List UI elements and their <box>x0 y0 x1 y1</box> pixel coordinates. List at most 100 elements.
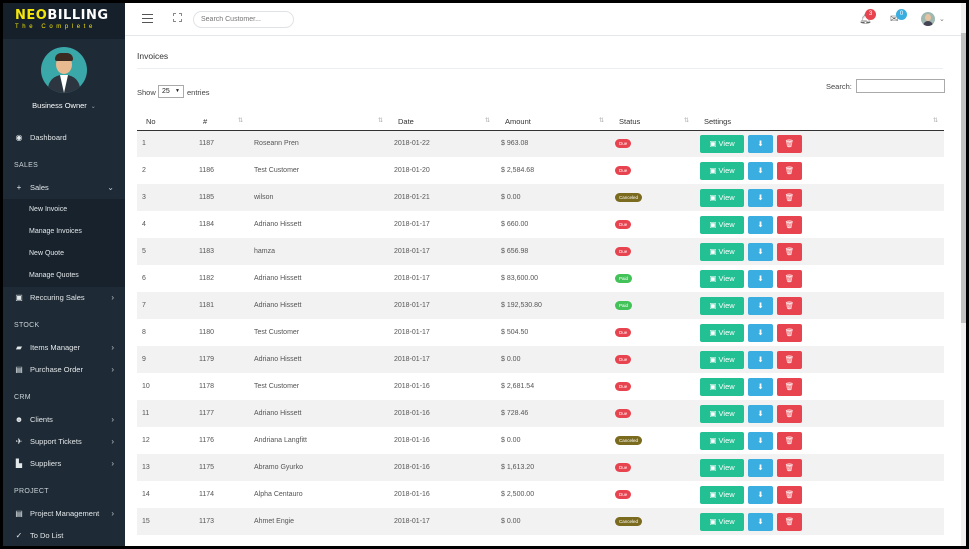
fullscreen-icon[interactable] <box>173 13 182 22</box>
trash-icon: 🗑︎ <box>784 138 795 148</box>
delete-button[interactable]: 🗑︎ <box>777 512 802 531</box>
chevron-down-icon[interactable]: ⌄ <box>939 15 945 23</box>
view-button[interactable]: ▣ View <box>700 242 744 261</box>
profile-avatar[interactable] <box>41 47 87 93</box>
delete-button[interactable]: 🗑︎ <box>777 458 802 477</box>
cell-amount: $ 728.46 <box>501 410 529 417</box>
file-icon: ▣ <box>709 354 717 364</box>
page-length-select[interactable]: 25 ▼ <box>158 85 184 98</box>
delete-button[interactable]: 🗑︎ <box>777 242 802 261</box>
delete-button[interactable]: 🗑︎ <box>777 269 802 288</box>
cell-customer: Adriano Hissett <box>254 410 302 417</box>
download-button[interactable]: ⬇ <box>748 485 773 504</box>
download-button[interactable]: ⬇ <box>748 458 773 477</box>
delete-button[interactable]: 🗑︎ <box>777 323 802 342</box>
delete-button[interactable]: 🗑︎ <box>777 431 802 450</box>
view-button[interactable]: ▣ View <box>700 377 744 396</box>
view-button[interactable]: ▣ View <box>700 485 744 504</box>
download-button[interactable]: ⬇ <box>748 188 773 207</box>
view-button[interactable]: ▣ View <box>700 215 744 234</box>
sidebar-item-new-invoice[interactable]: New Invoice <box>3 199 125 221</box>
view-button[interactable]: ▣ View <box>700 431 744 450</box>
delete-button[interactable]: 🗑︎ <box>777 350 802 369</box>
cell-amount: $ 0.00 <box>501 518 521 525</box>
page-scrollbar[interactable] <box>961 3 966 546</box>
download-button[interactable]: ⬇ <box>748 134 773 153</box>
cell-date: 2018-01-17 <box>394 302 430 309</box>
sidebar-item-manage-quotes[interactable]: Manage Quotes <box>3 265 125 287</box>
sidebar-item-clients[interactable]: ☻ Clients › <box>3 409 125 431</box>
download-button[interactable]: ⬇ <box>748 296 773 315</box>
view-button[interactable]: ▣ View <box>700 161 744 180</box>
delete-button[interactable]: 🗑︎ <box>777 485 802 504</box>
view-label: View <box>718 354 735 364</box>
download-button[interactable]: ⬇ <box>748 242 773 261</box>
status-badge: Canceled <box>615 436 643 445</box>
logo[interactable]: NEOBILLING The Complete <box>3 3 125 39</box>
col-header-settings[interactable]: Settings ⇅ <box>695 113 944 131</box>
download-button[interactable]: ⬇ <box>748 431 773 450</box>
user-avatar[interactable] <box>921 12 935 26</box>
sidebar-item-support-tickets[interactable]: ✈ Support Tickets › <box>3 431 125 453</box>
sidebar-item-sales[interactable]: + Sales ⌄ <box>3 177 125 199</box>
delete-button[interactable]: 🗑︎ <box>777 296 802 315</box>
view-button[interactable]: ▣ View <box>700 404 744 423</box>
cell-date: 2018-01-17 <box>394 248 430 255</box>
download-button[interactable]: ⬇ <box>748 323 773 342</box>
file-icon: ▣ <box>709 138 717 148</box>
plus-icon: + <box>16 183 22 192</box>
view-button[interactable]: ▣ View <box>700 269 744 288</box>
col-header-id[interactable]: # ⇅ <box>194 113 249 131</box>
delete-button[interactable]: 🗑︎ <box>777 161 802 180</box>
col-header-date[interactable]: Date ⇅ <box>389 113 496 131</box>
customer-search-input[interactable] <box>193 11 294 28</box>
notifications-bell-icon[interactable]: 🔔︎ 3 <box>859 9 876 25</box>
col-header-no[interactable]: No <box>137 113 194 131</box>
menu-toggle-icon[interactable] <box>142 14 153 23</box>
divider <box>137 68 943 69</box>
sidebar-item-purchase-order[interactable]: ▤ Purchase Order › <box>3 359 125 381</box>
sidebar-item-label: Reccuring Sales <box>30 293 85 302</box>
view-label: View <box>718 273 735 283</box>
sidebar-item-project-management[interactable]: ▤ Project Management › <box>3 503 125 525</box>
download-button[interactable]: ⬇ <box>748 350 773 369</box>
delete-button[interactable]: 🗑︎ <box>777 215 802 234</box>
sidebar-item-todo-list[interactable]: ✓ To Do List <box>3 525 125 546</box>
entries-label: entries <box>187 88 210 97</box>
table-row: 4 1184 Adriano Hissett 2018-01-17 $ 660.00 Du… <box>137 211 944 238</box>
sidebar-item-manage-invoices[interactable]: Manage Invoices <box>3 221 125 243</box>
trash-icon: 🗑︎ <box>784 381 795 391</box>
download-icon: ⬇ <box>757 273 764 283</box>
view-button[interactable]: ▣ View <box>700 350 744 369</box>
sidebar-item-suppliers[interactable]: ▙ Suppliers › <box>3 453 125 475</box>
sidebar-item-items-manager[interactable]: ▰ Items Manager › <box>3 337 125 359</box>
messages-mail-icon[interactable]: ✉ 0 <box>890 9 907 25</box>
view-button[interactable]: ▣ View <box>700 296 744 315</box>
cell-settings: ▣ View ⬇ 🗑︎ <box>695 157 944 184</box>
view-button[interactable]: ▣ View <box>700 188 744 207</box>
view-button[interactable]: ▣ View <box>700 323 744 342</box>
download-button[interactable]: ⬇ <box>748 269 773 288</box>
download-button[interactable]: ⬇ <box>748 377 773 396</box>
col-header-amount[interactable]: Amount ⇅ <box>496 113 610 131</box>
sidebar-item-new-quote[interactable]: New Quote <box>3 243 125 265</box>
view-button[interactable]: ▣ View <box>700 458 744 477</box>
sidebar-item-recurring-sales[interactable]: ▣ Reccuring Sales › <box>3 287 125 309</box>
delete-button[interactable]: 🗑︎ <box>777 404 802 423</box>
cell-amount: $ 0.00 <box>501 194 521 201</box>
download-button[interactable]: ⬇ <box>748 512 773 531</box>
profile-role-dropdown[interactable]: Business Owner ⌄ <box>3 101 125 110</box>
view-button[interactable]: ▣ View <box>700 512 744 531</box>
col-header-status[interactable]: Status ⇅ <box>610 113 695 131</box>
sidebar-item-dashboard[interactable]: ◉ Dashboard <box>3 127 125 149</box>
delete-button[interactable]: 🗑︎ <box>777 188 802 207</box>
table-search-input[interactable] <box>856 79 945 93</box>
delete-button[interactable]: 🗑︎ <box>777 134 802 153</box>
col-header-customer[interactable]: ⇅ <box>249 113 389 131</box>
scrollbar-thumb[interactable] <box>961 33 966 323</box>
view-button[interactable]: ▣ View <box>700 134 744 153</box>
download-button[interactable]: ⬇ <box>748 404 773 423</box>
delete-button[interactable]: 🗑︎ <box>777 377 802 396</box>
download-button[interactable]: ⬇ <box>748 215 773 234</box>
download-button[interactable]: ⬇ <box>748 161 773 180</box>
